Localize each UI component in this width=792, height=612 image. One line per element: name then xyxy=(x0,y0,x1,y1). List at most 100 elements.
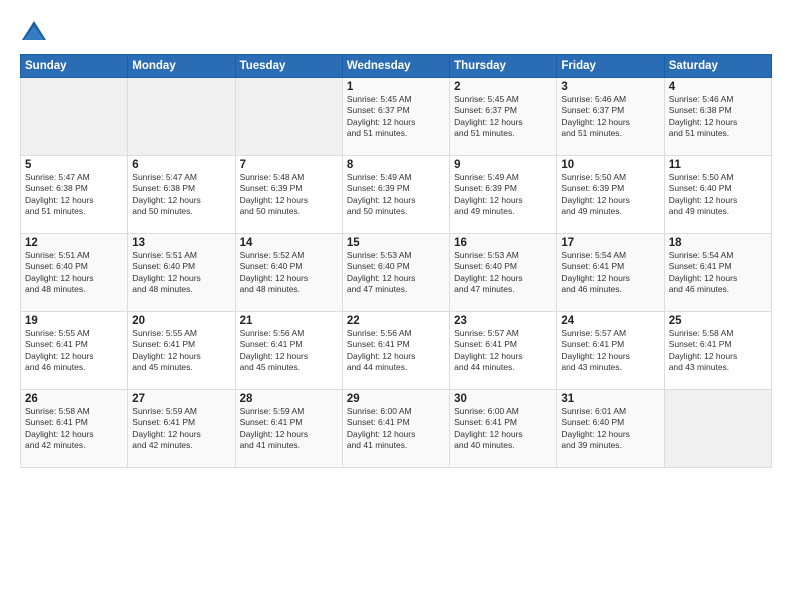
day-info: Sunrise: 5:57 AM Sunset: 6:41 PM Dayligh… xyxy=(561,328,659,374)
day-number: 25 xyxy=(669,315,767,327)
calendar-cell: 15Sunrise: 5:53 AM Sunset: 6:40 PM Dayli… xyxy=(342,234,449,312)
calendar-cell: 5Sunrise: 5:47 AM Sunset: 6:38 PM Daylig… xyxy=(21,156,128,234)
day-info: Sunrise: 5:52 AM Sunset: 6:40 PM Dayligh… xyxy=(240,250,338,296)
calendar-cell: 14Sunrise: 5:52 AM Sunset: 6:40 PM Dayli… xyxy=(235,234,342,312)
calendar-table: SundayMondayTuesdayWednesdayThursdayFrid… xyxy=(20,54,772,468)
day-info: Sunrise: 5:50 AM Sunset: 6:40 PM Dayligh… xyxy=(669,172,767,218)
day-info: Sunrise: 5:56 AM Sunset: 6:41 PM Dayligh… xyxy=(347,328,445,374)
day-number: 21 xyxy=(240,315,338,327)
day-number: 22 xyxy=(347,315,445,327)
day-info: Sunrise: 5:53 AM Sunset: 6:40 PM Dayligh… xyxy=(347,250,445,296)
calendar-cell: 28Sunrise: 5:59 AM Sunset: 6:41 PM Dayli… xyxy=(235,390,342,468)
day-number: 31 xyxy=(561,393,659,405)
day-number: 9 xyxy=(454,159,552,171)
day-number: 19 xyxy=(25,315,123,327)
day-number: 18 xyxy=(669,237,767,249)
day-number: 5 xyxy=(25,159,123,171)
day-number: 13 xyxy=(132,237,230,249)
day-info: Sunrise: 5:57 AM Sunset: 6:41 PM Dayligh… xyxy=(454,328,552,374)
day-number: 4 xyxy=(669,81,767,93)
calendar-cell xyxy=(235,78,342,156)
day-info: Sunrise: 5:50 AM Sunset: 6:39 PM Dayligh… xyxy=(561,172,659,218)
day-info: Sunrise: 5:54 AM Sunset: 6:41 PM Dayligh… xyxy=(669,250,767,296)
day-header-saturday: Saturday xyxy=(664,55,771,78)
calendar-cell: 20Sunrise: 5:55 AM Sunset: 6:41 PM Dayli… xyxy=(128,312,235,390)
day-info: Sunrise: 5:49 AM Sunset: 6:39 PM Dayligh… xyxy=(347,172,445,218)
calendar-cell: 2Sunrise: 5:45 AM Sunset: 6:37 PM Daylig… xyxy=(450,78,557,156)
calendar-cell: 12Sunrise: 5:51 AM Sunset: 6:40 PM Dayli… xyxy=(21,234,128,312)
calendar-cell: 26Sunrise: 5:58 AM Sunset: 6:41 PM Dayli… xyxy=(21,390,128,468)
calendar-cell: 31Sunrise: 6:01 AM Sunset: 6:40 PM Dayli… xyxy=(557,390,664,468)
day-info: Sunrise: 5:58 AM Sunset: 6:41 PM Dayligh… xyxy=(25,406,123,452)
calendar-cell: 23Sunrise: 5:57 AM Sunset: 6:41 PM Dayli… xyxy=(450,312,557,390)
day-number: 3 xyxy=(561,81,659,93)
day-info: Sunrise: 5:45 AM Sunset: 6:37 PM Dayligh… xyxy=(454,94,552,140)
day-info: Sunrise: 5:48 AM Sunset: 6:39 PM Dayligh… xyxy=(240,172,338,218)
calendar-cell xyxy=(664,390,771,468)
calendar-cell: 1Sunrise: 5:45 AM Sunset: 6:37 PM Daylig… xyxy=(342,78,449,156)
calendar-cell: 11Sunrise: 5:50 AM Sunset: 6:40 PM Dayli… xyxy=(664,156,771,234)
day-header-tuesday: Tuesday xyxy=(235,55,342,78)
day-info: Sunrise: 6:01 AM Sunset: 6:40 PM Dayligh… xyxy=(561,406,659,452)
day-number: 10 xyxy=(561,159,659,171)
day-number: 17 xyxy=(561,237,659,249)
calendar-cell xyxy=(21,78,128,156)
page-header xyxy=(20,18,772,46)
calendar-cell: 25Sunrise: 5:58 AM Sunset: 6:41 PM Dayli… xyxy=(664,312,771,390)
day-number: 2 xyxy=(454,81,552,93)
day-info: Sunrise: 5:53 AM Sunset: 6:40 PM Dayligh… xyxy=(454,250,552,296)
day-header-sunday: Sunday xyxy=(21,55,128,78)
calendar-cell: 13Sunrise: 5:51 AM Sunset: 6:40 PM Dayli… xyxy=(128,234,235,312)
day-number: 20 xyxy=(132,315,230,327)
calendar-cell: 7Sunrise: 5:48 AM Sunset: 6:39 PM Daylig… xyxy=(235,156,342,234)
day-info: Sunrise: 5:47 AM Sunset: 6:38 PM Dayligh… xyxy=(132,172,230,218)
day-number: 26 xyxy=(25,393,123,405)
day-info: Sunrise: 5:56 AM Sunset: 6:41 PM Dayligh… xyxy=(240,328,338,374)
day-number: 27 xyxy=(132,393,230,405)
calendar-cell: 8Sunrise: 5:49 AM Sunset: 6:39 PM Daylig… xyxy=(342,156,449,234)
day-header-wednesday: Wednesday xyxy=(342,55,449,78)
calendar-header-row: SundayMondayTuesdayWednesdayThursdayFrid… xyxy=(21,55,772,78)
calendar-week-1: 1Sunrise: 5:45 AM Sunset: 6:37 PM Daylig… xyxy=(21,78,772,156)
day-number: 8 xyxy=(347,159,445,171)
day-info: Sunrise: 5:49 AM Sunset: 6:39 PM Dayligh… xyxy=(454,172,552,218)
day-number: 15 xyxy=(347,237,445,249)
day-info: Sunrise: 5:46 AM Sunset: 6:38 PM Dayligh… xyxy=(669,94,767,140)
calendar-cell: 22Sunrise: 5:56 AM Sunset: 6:41 PM Dayli… xyxy=(342,312,449,390)
calendar-cell: 27Sunrise: 5:59 AM Sunset: 6:41 PM Dayli… xyxy=(128,390,235,468)
day-number: 23 xyxy=(454,315,552,327)
day-header-monday: Monday xyxy=(128,55,235,78)
day-number: 7 xyxy=(240,159,338,171)
day-number: 24 xyxy=(561,315,659,327)
calendar-cell: 24Sunrise: 5:57 AM Sunset: 6:41 PM Dayli… xyxy=(557,312,664,390)
calendar-cell: 6Sunrise: 5:47 AM Sunset: 6:38 PM Daylig… xyxy=(128,156,235,234)
calendar-cell: 30Sunrise: 6:00 AM Sunset: 6:41 PM Dayli… xyxy=(450,390,557,468)
day-info: Sunrise: 6:00 AM Sunset: 6:41 PM Dayligh… xyxy=(347,406,445,452)
day-number: 30 xyxy=(454,393,552,405)
day-info: Sunrise: 5:47 AM Sunset: 6:38 PM Dayligh… xyxy=(25,172,123,218)
day-info: Sunrise: 5:51 AM Sunset: 6:40 PM Dayligh… xyxy=(132,250,230,296)
day-number: 11 xyxy=(669,159,767,171)
calendar-cell: 10Sunrise: 5:50 AM Sunset: 6:39 PM Dayli… xyxy=(557,156,664,234)
calendar-week-4: 19 Sunrise: 5:55 AM Sunset: 6:41 PM Dayli… xyxy=(21,312,772,390)
calendar-cell xyxy=(128,78,235,156)
day-number: 29 xyxy=(347,393,445,405)
day-header-thursday: Thursday xyxy=(450,55,557,78)
day-info: Sunrise: 5:55 AM Sunset: 6:41 PM Dayligh… xyxy=(132,328,230,374)
calendar-week-5: 26Sunrise: 5:58 AM Sunset: 6:41 PM Dayli… xyxy=(21,390,772,468)
day-number: 28 xyxy=(240,393,338,405)
day-info: Sunrise: 5:59 AM Sunset: 6:41 PM Dayligh… xyxy=(132,406,230,452)
calendar-cell: 3Sunrise: 5:46 AM Sunset: 6:37 PM Daylig… xyxy=(557,78,664,156)
calendar-cell: 9Sunrise: 5:49 AM Sunset: 6:39 PM Daylig… xyxy=(450,156,557,234)
day-info: Sunrise: 5:51 AM Sunset: 6:40 PM Dayligh… xyxy=(25,250,123,296)
day-number: 12 xyxy=(25,237,123,249)
day-info: Sunrise: 6:00 AM Sunset: 6:41 PM Dayligh… xyxy=(454,406,552,452)
calendar-cell: 4Sunrise: 5:46 AM Sunset: 6:38 PM Daylig… xyxy=(664,78,771,156)
day-number: 16 xyxy=(454,237,552,249)
day-number: 6 xyxy=(132,159,230,171)
calendar-week-2: 5Sunrise: 5:47 AM Sunset: 6:38 PM Daylig… xyxy=(21,156,772,234)
day-info: Sunrise: 5:45 AM Sunset: 6:37 PM Dayligh… xyxy=(347,94,445,140)
calendar-cell: 21Sunrise: 5:56 AM Sunset: 6:41 PM Dayli… xyxy=(235,312,342,390)
calendar-week-3: 12Sunrise: 5:51 AM Sunset: 6:40 PM Dayli… xyxy=(21,234,772,312)
day-info: Sunrise: 5:46 AM Sunset: 6:37 PM Dayligh… xyxy=(561,94,659,140)
